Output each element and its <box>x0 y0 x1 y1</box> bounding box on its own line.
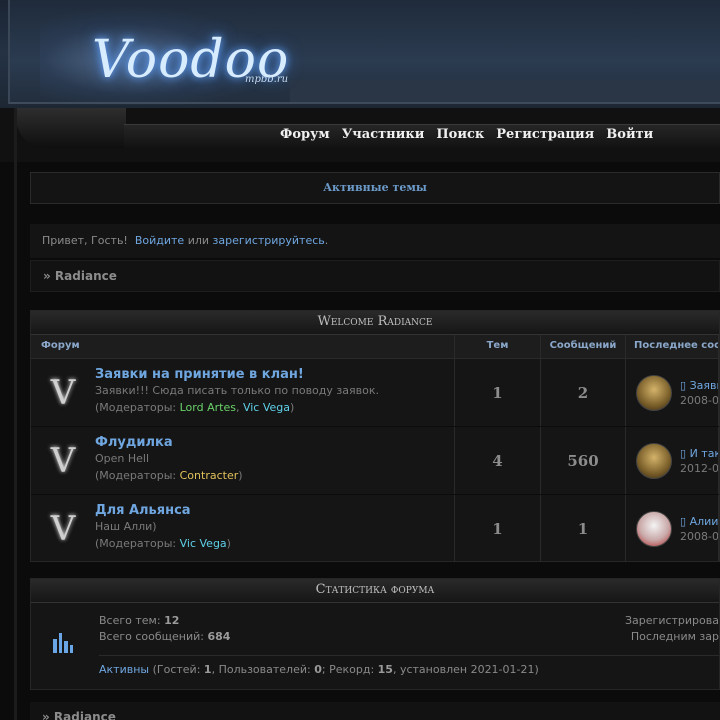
active-users: Активны (Гостей: 1, Пользователей: 0; Ре… <box>99 663 539 676</box>
col-forum: Форум <box>31 335 455 358</box>
last-post-date: 2008-0 <box>680 393 719 407</box>
stats-title: Статистика форума <box>31 579 719 603</box>
forum-v-icon: V <box>50 508 76 549</box>
category-title: Welcome Radiance <box>31 311 719 335</box>
topic-count: 4 <box>455 427 541 494</box>
stats-chart-icon <box>53 631 73 653</box>
moderator-link[interactable]: Vic Vega <box>243 401 290 414</box>
register-link[interactable]: зарегистрируйтесь <box>213 234 325 247</box>
category-welcome-radiance: Welcome Radiance Форум Тем Сообщений Пос… <box>30 310 720 563</box>
stats-totals: Всего тем: 12 Всего сообщений: 684 <box>99 614 231 643</box>
post-count: 1 <box>541 495 626 562</box>
last-registered-label: Последним зар <box>630 630 719 643</box>
nav-members[interactable]: Участники <box>342 127 425 142</box>
breadcrumb-radiance[interactable]: » Radiance <box>43 269 117 283</box>
avatar[interactable] <box>636 510 672 547</box>
header-shade <box>290 80 720 102</box>
forum-row: V Для Альянса Наш Алли) (Модераторы: Vic… <box>31 495 719 563</box>
greeting-text: Привет, Гость! <box>42 234 128 247</box>
guest-greeting: Привет, Гость! Войдите или зарегистрируй… <box>30 224 720 258</box>
active-topics-link[interactable]: Активные темы <box>323 181 427 194</box>
forum-title[interactable]: Флудилка <box>95 435 243 450</box>
forum-description: Заявки!!! Сюда писать только по поводу з… <box>95 384 379 397</box>
last-post-link[interactable]: ▯ И так <box>680 446 718 461</box>
forum-title[interactable]: Для Альянса <box>95 503 231 518</box>
stats-registration: Зарегистрирова Последним зар <box>625 613 719 645</box>
login-link[interactable]: Войдите <box>135 234 184 247</box>
last-post-link[interactable]: ▯ Заявка <box>680 378 718 393</box>
forum-moderators: (Модераторы: Contracter) <box>95 469 243 482</box>
total-topics: 12 <box>164 614 180 627</box>
forum-description: Open Hell <box>95 452 150 465</box>
nav-forum[interactable]: Форум <box>280 127 330 142</box>
moderator-link[interactable]: Lord Artes <box>180 401 236 414</box>
stats-divider <box>99 655 719 656</box>
greeting-suffix: . <box>324 234 329 247</box>
forum-moderators: (Модераторы: Vic Vega) <box>95 537 231 550</box>
last-post-date: 2008-0 <box>680 529 719 543</box>
avatar[interactable] <box>636 442 672 479</box>
forum-moderators: (Модераторы: Lord Artes, Vic Vega) <box>95 401 295 414</box>
breadcrumb-radiance[interactable]: » Radiance <box>42 710 116 720</box>
topic-count: 1 <box>455 359 541 426</box>
last-post-date: 2012-0 <box>680 461 719 475</box>
main-nav: Форум Участники Поиск Регистрация Войти <box>280 127 653 142</box>
nav-search[interactable]: Поиск <box>436 127 484 142</box>
breadcrumb: » Radiance <box>30 260 720 292</box>
nav-wing <box>16 108 126 148</box>
site-logo-sub: mpbb.ru <box>245 74 289 85</box>
active-users-link[interactable]: Активны <box>99 663 149 676</box>
col-posts: Сообщений <box>541 335 626 358</box>
nav-login[interactable]: Войти <box>606 127 653 142</box>
forum-row: V Заявки на принятие в клан! Заявки!!! С… <box>31 359 719 427</box>
post-count: 2 <box>541 359 626 426</box>
nav-register[interactable]: Регистрация <box>496 127 594 142</box>
forum-title[interactable]: Заявки на принятие в клан! <box>95 367 379 382</box>
avatar[interactable] <box>636 374 672 411</box>
greeting-or: или <box>187 234 210 247</box>
site-header: Voodoo mpbb.ru <box>0 0 720 108</box>
forum-description: Наш Алли) <box>95 520 157 533</box>
col-last-post: Последнее сообщение <box>626 335 719 358</box>
breadcrumb-bottom: » Radiance <box>30 702 720 720</box>
forum-stats: Статистика форума Всего тем: 12 Всего со… <box>30 578 720 690</box>
moderator-link[interactable]: Vic Vega <box>180 537 227 550</box>
active-topics-bar: Активные темы <box>30 172 720 204</box>
col-topics: Тем <box>455 335 541 358</box>
total-posts: 684 <box>207 630 231 643</box>
left-divider <box>14 108 17 720</box>
last-post-link[interactable]: ▯ Алии <box>680 514 718 529</box>
forum-v-icon: V <box>50 440 76 481</box>
topic-count: 1 <box>455 495 541 562</box>
forum-table-header: Форум Тем Сообщений Последнее сообщение <box>31 335 719 359</box>
moderator-link[interactable]: Contracter <box>180 469 239 482</box>
registered-count-label: Зарегистрирова <box>625 614 719 627</box>
post-count: 560 <box>541 427 626 494</box>
forum-row: V Флудилка Open Hell (Модераторы: Contra… <box>31 427 719 495</box>
forum-v-icon: V <box>50 372 76 413</box>
